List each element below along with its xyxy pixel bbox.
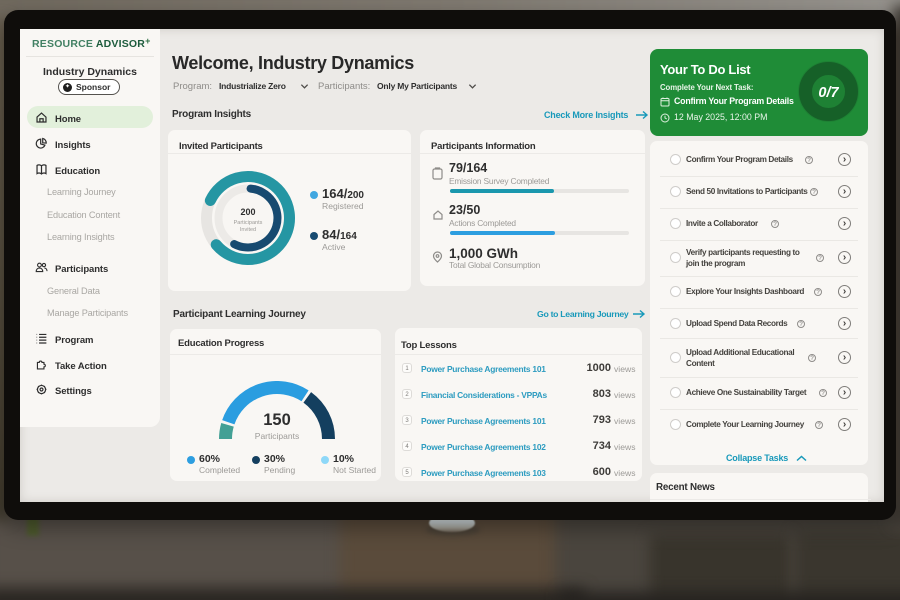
svg-text:0/7: 0/7 [818, 85, 839, 101]
svg-text:Invited: Invited [240, 227, 256, 233]
svg-text:200: 200 [240, 207, 255, 217]
svg-text:Participants: Participants [234, 220, 263, 226]
